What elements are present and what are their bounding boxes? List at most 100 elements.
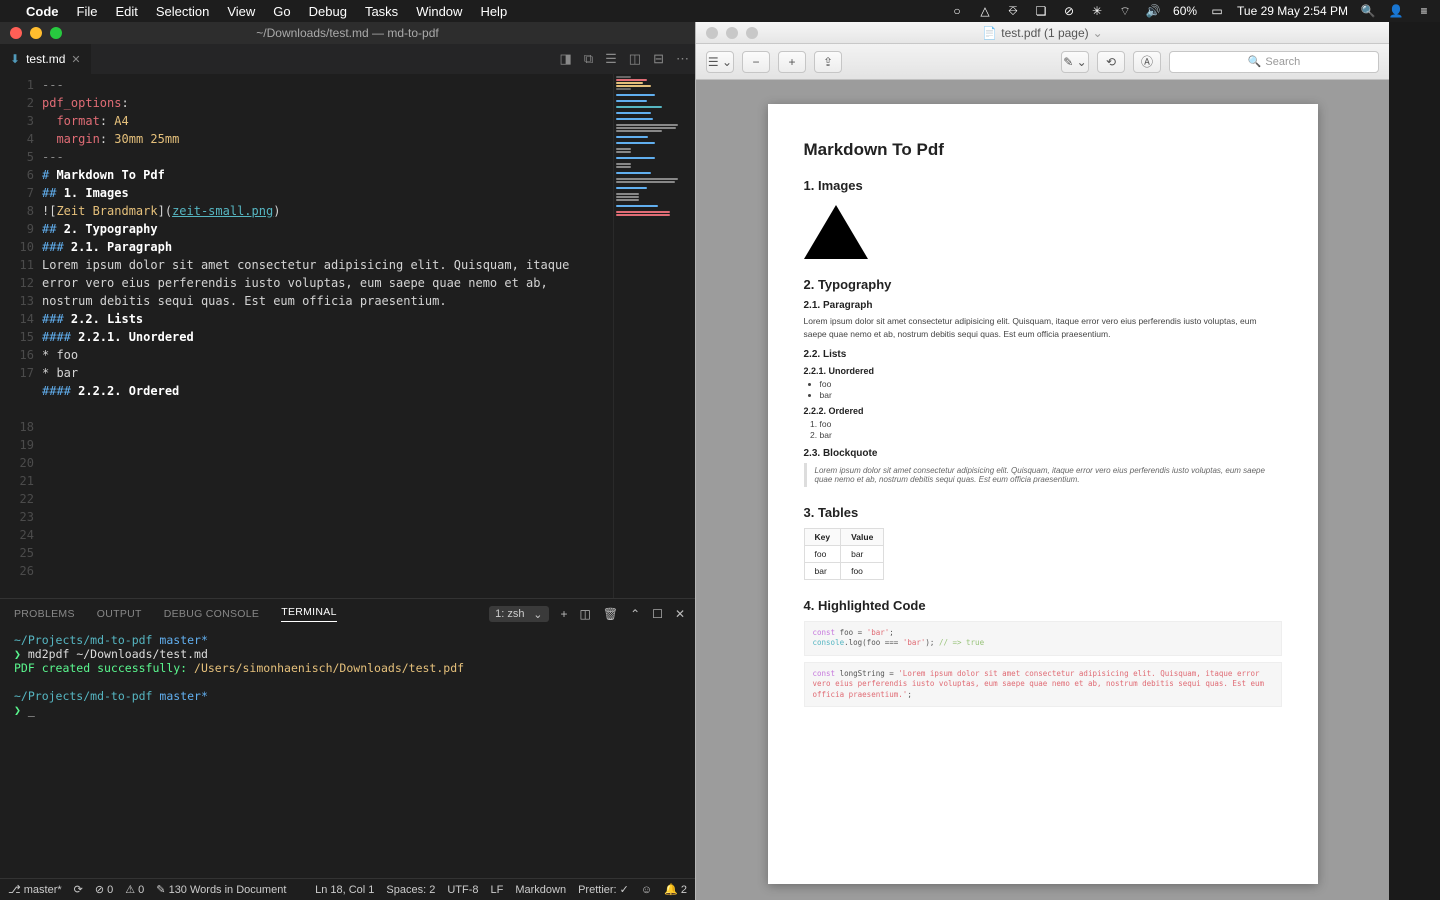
pdf-h2-code: 4. Highlighted Code	[804, 598, 1282, 613]
line-numbers: 1234567891011121314151617181920212223242…	[0, 74, 42, 598]
panel-tab-terminal[interactable]: TERMINAL	[281, 606, 337, 622]
search-input[interactable]: 🔍 Search	[1169, 51, 1379, 73]
status-volume-icon[interactable]: 🔊	[1145, 3, 1161, 19]
status-app-icon[interactable]: ⎑	[1005, 3, 1021, 19]
diff-icon[interactable]: ◨	[560, 51, 572, 67]
user-icon[interactable]: 👤	[1388, 3, 1404, 19]
th: Value	[841, 528, 884, 545]
highlight-button[interactable]: ✎ ⌄	[1061, 51, 1089, 73]
list-item: foo	[820, 379, 1282, 389]
status-wifi-icon[interactable]: ⌔	[1117, 3, 1133, 19]
status-cursor-pos[interactable]: Ln 18, Col 1	[315, 884, 374, 896]
term-cursor: _	[28, 703, 35, 717]
zoom-out-button[interactable]: −	[742, 51, 770, 73]
rotate-button[interactable]: ⟲	[1097, 51, 1125, 73]
status-encoding[interactable]: UTF-8	[447, 884, 478, 896]
pdf-h3-paragraph: 2.1. Paragraph	[804, 300, 1282, 311]
zeit-brandmark-image	[804, 205, 868, 259]
open-preview-icon[interactable]: ⧉	[584, 51, 593, 67]
status-feedback-icon[interactable]: ☺	[641, 884, 652, 896]
search-placeholder: Search	[1265, 56, 1300, 68]
status-eol[interactable]: LF	[491, 884, 504, 896]
tab-label: test.md	[26, 52, 65, 66]
markup-button[interactable]: Ⓐ	[1133, 51, 1161, 73]
split-editor-right-icon[interactable]: ◫	[629, 51, 641, 67]
preview-close-button[interactable]	[706, 27, 718, 39]
td: bar	[841, 545, 884, 562]
status-language[interactable]: Markdown	[515, 884, 566, 896]
menu-tasks[interactable]: Tasks	[365, 4, 398, 19]
preview-title-chevron-icon[interactable]: ⌄	[1093, 26, 1103, 40]
terminal-close-icon[interactable]: ✕	[675, 607, 685, 621]
status-sync-icon[interactable]: ⟳	[74, 883, 83, 896]
pdf-ol: foo bar	[820, 419, 1282, 440]
pdf-code-block-2: const longString = 'Lorem ipsum dolor si…	[804, 662, 1282, 708]
menu-edit[interactable]: Edit	[115, 4, 137, 19]
status-errors[interactable]: ⊘ 0	[95, 883, 113, 896]
status-clock[interactable]: Tue 29 May 2:54 PM	[1237, 4, 1348, 18]
menu-selection[interactable]: Selection	[156, 4, 209, 19]
split-editor-down-icon[interactable]: ⊟	[653, 51, 664, 67]
terminal-up-icon[interactable]: ⌃	[630, 607, 640, 621]
menu-window[interactable]: Window	[416, 4, 462, 19]
menu-view[interactable]: View	[227, 4, 255, 19]
share-button[interactable]: ⇪	[814, 51, 842, 73]
status-indent[interactable]: Spaces: 2	[386, 884, 435, 896]
status-circle-icon[interactable]: ○	[949, 3, 965, 19]
status-git-branch[interactable]: ⎇ master*	[8, 883, 62, 896]
status-warnings[interactable]: ⚠ 0	[125, 883, 144, 896]
term-path: ~/Projects/md-to-pdf	[14, 633, 152, 647]
term-branch-2: master*	[159, 689, 207, 703]
menu-file[interactable]: File	[77, 4, 98, 19]
term-msg: PDF created successfully:	[14, 661, 187, 675]
pdf-h3-blockquote: 2.3. Blockquote	[804, 448, 1282, 459]
tab-close-icon[interactable]: ✕	[71, 53, 80, 66]
terminal-maximize-icon[interactable]: ☐	[652, 607, 663, 621]
sidebar-toggle-button[interactable]: ☰ ⌄	[706, 51, 734, 73]
term-prompt-2: ❯	[14, 703, 21, 717]
terminal-split-icon[interactable]: ◫	[580, 607, 591, 621]
terminal-kill-icon[interactable]: 🗑	[603, 607, 618, 621]
terminal-body[interactable]: ~/Projects/md-to-pdf master* ❯ md2pdf ~/…	[0, 629, 695, 878]
menu-list-icon[interactable]: ≡	[1416, 3, 1432, 19]
pdf-page: Markdown To Pdf 1. Images 2. Typography …	[768, 104, 1318, 884]
menu-debug[interactable]: Debug	[309, 4, 347, 19]
status-dnd-icon[interactable]: ⊘	[1061, 3, 1077, 19]
status-bluetooth-icon[interactable]: ✳	[1089, 3, 1105, 19]
terminal-new-icon[interactable]: +	[561, 607, 568, 621]
panel-tab-debug-console[interactable]: DEBUG CONSOLE	[164, 608, 260, 620]
status-word-count[interactable]: ✎ 130 Words in Document	[156, 883, 286, 896]
status-dropbox-icon[interactable]: ❏	[1033, 3, 1049, 19]
terminal-selector[interactable]: 1: zsh	[489, 606, 548, 622]
preview-body[interactable]: Markdown To Pdf 1. Images 2. Typography …	[696, 80, 1389, 900]
macos-menubar: Code File Edit Selection View Go Debug T…	[0, 0, 1440, 22]
editor-area[interactable]: 1234567891011121314151617181920212223242…	[0, 74, 695, 598]
spotlight-icon[interactable]: 🔍	[1360, 3, 1376, 19]
status-notifications[interactable]: 🔔 2	[664, 883, 687, 896]
preview-minimize-button[interactable]	[726, 27, 738, 39]
pdf-h1: Markdown To Pdf	[804, 140, 1282, 160]
status-battery-icon[interactable]: ▭	[1209, 3, 1225, 19]
list-item: bar	[820, 430, 1282, 440]
editor-tab-test-md[interactable]: ⬇ test.md ✕	[0, 44, 92, 74]
window-title: ~/Downloads/test.md — md-to-pdf	[256, 26, 438, 40]
preview-titlebar: 📄 test.pdf (1 page) ⌄	[696, 22, 1389, 44]
window-minimize-button[interactable]	[30, 27, 42, 39]
window-close-button[interactable]	[10, 27, 22, 39]
minimap[interactable]	[613, 74, 695, 598]
markdown-file-icon: ⬇	[10, 52, 20, 66]
menu-help[interactable]: Help	[480, 4, 507, 19]
menu-go[interactable]: Go	[273, 4, 290, 19]
app-name[interactable]: Code	[26, 4, 59, 19]
more-actions-icon[interactable]: ⋯	[676, 51, 689, 67]
window-zoom-button[interactable]	[50, 27, 62, 39]
preview-title: test.pdf (1 page)	[1001, 26, 1088, 40]
preview-zoom-button[interactable]	[746, 27, 758, 39]
status-prettier[interactable]: Prettier: ✓	[578, 883, 629, 896]
zoom-in-button[interactable]: +	[778, 51, 806, 73]
sidebar-toggle-icon[interactable]: ☰	[605, 51, 617, 67]
status-triangle-icon[interactable]: △	[977, 3, 993, 19]
code-content[interactable]: ---pdf_options: format: A4 margin: 30mm …	[42, 74, 613, 598]
panel-tab-output[interactable]: OUTPUT	[97, 608, 142, 620]
panel-tab-problems[interactable]: PROBLEMS	[14, 608, 75, 620]
